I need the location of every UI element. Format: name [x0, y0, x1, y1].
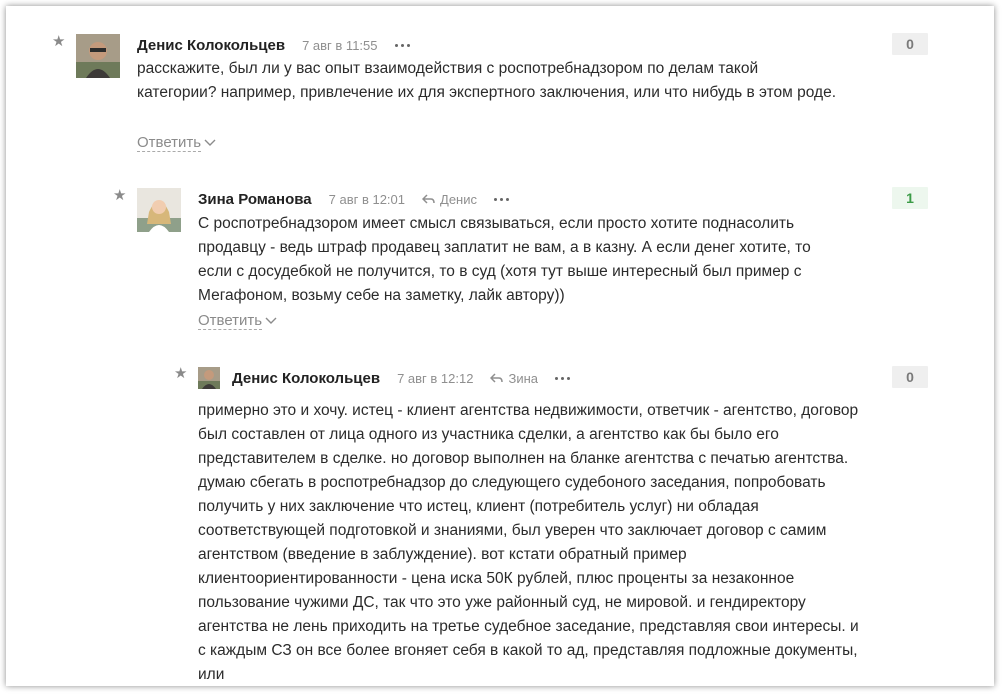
author-name[interactable]: Денис Колокольцев	[232, 370, 380, 387]
star-icon[interactable]: ★	[113, 188, 126, 203]
comments-panel: ★ Денис Колокольцев 7 авг в 11:55 расска…	[6, 6, 994, 686]
rating-score: 0	[892, 33, 928, 55]
reply-label: Ответить	[137, 134, 202, 152]
comment-header: Денис Колокольцев 7 авг в 11:55	[137, 36, 410, 54]
comment-header: Зина Романова 7 авг в 12:01 Денис	[198, 190, 509, 208]
more-options-icon[interactable]	[494, 192, 509, 206]
reply-button[interactable]: Ответить	[137, 134, 216, 152]
comment-date[interactable]: 7 авг в 12:12	[397, 371, 473, 386]
star-icon[interactable]: ★	[174, 366, 187, 381]
avatar-photo	[137, 188, 181, 232]
chevron-down-icon	[265, 317, 277, 324]
reply-button[interactable]: Ответить	[198, 312, 277, 330]
avatar-photo	[76, 34, 120, 78]
reply-to-link[interactable]: Денис	[422, 192, 477, 207]
avatar-photo	[198, 367, 220, 389]
chevron-down-icon	[204, 139, 216, 146]
rating-score: 1	[892, 187, 928, 209]
author-name[interactable]: Денис Колокольцев	[137, 37, 285, 54]
avatar[interactable]	[198, 367, 220, 389]
avatar[interactable]	[76, 34, 120, 78]
reply-arrow-icon	[422, 194, 435, 204]
comment-date[interactable]: 7 авг в 11:55	[302, 38, 377, 53]
avatar[interactable]	[137, 188, 181, 232]
reply-label: Ответить	[198, 312, 263, 330]
comment-text: расскажите, был ли у вас опыт взаимодейс…	[137, 60, 837, 101]
comment-text: примерно это и хочу. истец - клиент аген…	[198, 402, 859, 683]
more-options-icon[interactable]	[394, 38, 410, 52]
comment-header: Денис Колокольцев 7 авг в 12:12 Зина	[232, 369, 570, 387]
reply-to-link[interactable]: Зина	[490, 371, 538, 386]
comment-text: С роспотребнадзором имеет смысл связыват…	[198, 215, 811, 304]
reply-to-name: Денис	[440, 191, 477, 207]
reply-arrow-icon	[490, 373, 504, 383]
rating-score: 0	[892, 366, 928, 388]
more-options-icon[interactable]	[555, 371, 570, 385]
author-name[interactable]: Зина Романова	[198, 191, 312, 208]
comment-date[interactable]: 7 авг в 12:01	[329, 192, 405, 207]
reply-to-name: Зина	[508, 370, 538, 386]
star-icon[interactable]: ★	[52, 34, 65, 49]
